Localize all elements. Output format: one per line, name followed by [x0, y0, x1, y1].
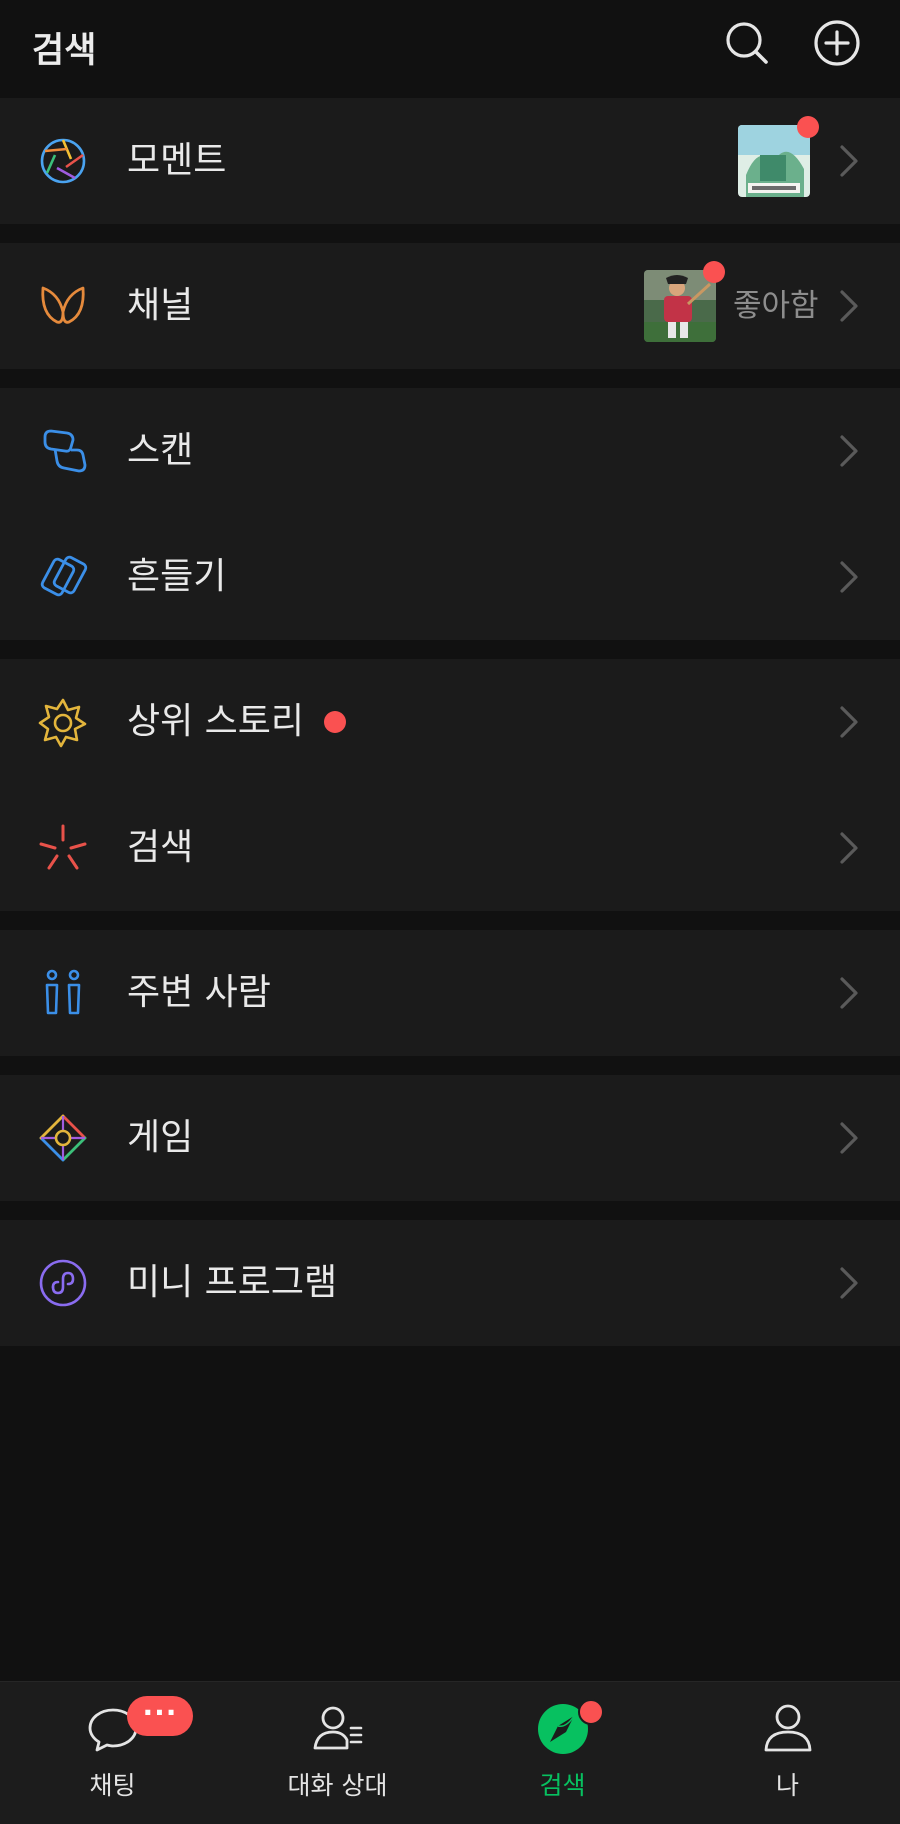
chevron-right-icon — [838, 559, 860, 595]
search-button[interactable] — [722, 18, 772, 68]
search-icon — [726, 22, 768, 64]
tab-label-discover: 검색 — [539, 1771, 586, 1800]
chevron-right-icon — [838, 1120, 860, 1156]
top-bar: 검색 — [0, 0, 900, 92]
group-channels: 채널 좋아함 — [0, 243, 900, 369]
bottom-tab-bar: ··· 채팅 대화 상대 검색 나 — [0, 1681, 900, 1824]
menu-label-scan: 스캔 — [127, 430, 194, 471]
top-stories-new-dot — [324, 711, 346, 733]
chevron-right-icon — [838, 1265, 860, 1301]
moments-thumbnail — [738, 125, 810, 197]
menu-item-mini-programs[interactable]: 미니 프로그램 — [0, 1220, 900, 1346]
scan-icon — [37, 425, 89, 477]
menu-label-channels: 채널 — [127, 285, 194, 326]
chevron-right-icon — [838, 975, 860, 1011]
shake-icon — [37, 551, 89, 603]
tab-label-me: 나 — [775, 1771, 799, 1800]
menu-label-shake: 흔들기 — [127, 556, 227, 597]
tab-me[interactable]: 나 — [675, 1682, 900, 1824]
chevron-right-icon — [838, 830, 860, 866]
games-diamond-icon — [37, 1112, 89, 1164]
person-icon — [761, 1702, 815, 1756]
page-title: 검색 — [32, 31, 97, 71]
plus-circle-icon — [814, 20, 860, 66]
moments-aperture-icon — [37, 135, 89, 187]
channels-new-dot — [703, 261, 725, 283]
people-nearby-icon — [37, 967, 89, 1019]
menu-label-mini-programs: 미니 프로그램 — [127, 1262, 338, 1303]
menu-label-moments: 모멘트 — [127, 140, 227, 181]
chats-badge: ··· — [127, 1696, 193, 1736]
tab-discover[interactable]: 검색 — [450, 1682, 675, 1824]
group-people-nearby: 주변 사람 — [0, 930, 900, 1056]
chevron-right-icon — [838, 288, 860, 324]
top-stories-icon — [37, 696, 89, 748]
chevron-right-icon — [838, 433, 860, 469]
chevron-right-icon — [838, 704, 860, 740]
menu-item-channels[interactable]: 채널 좋아함 — [0, 243, 900, 369]
menu-label-search: 검색 — [127, 827, 194, 868]
moments-new-dot — [797, 116, 819, 138]
channels-side-text: 좋아함 — [733, 288, 819, 324]
tab-label-contacts: 대화 상대 — [287, 1771, 388, 1800]
tab-chats[interactable]: ··· 채팅 — [0, 1682, 225, 1824]
menu-item-search[interactable]: 검색 — [0, 785, 900, 911]
add-button[interactable] — [812, 18, 862, 68]
menu-item-top-stories[interactable]: 상위 스토리 — [0, 659, 900, 785]
discover-new-dot — [578, 1699, 604, 1725]
group-scan-shake: 스캔 흔들기 — [0, 388, 900, 640]
search-sparkle-icon — [37, 822, 89, 874]
mini-programs-icon — [37, 1257, 89, 1309]
tab-contacts[interactable]: 대화 상대 — [225, 1682, 450, 1824]
group-moments: 모멘트 — [0, 98, 900, 224]
channels-thumbnail — [644, 270, 716, 342]
chevron-right-icon — [838, 143, 860, 179]
menu-item-scan[interactable]: 스캔 — [0, 388, 900, 514]
menu-item-games[interactable]: 게임 — [0, 1075, 900, 1201]
tab-label-chats: 채팅 — [89, 1771, 136, 1800]
group-mini-programs: 미니 프로그램 — [0, 1220, 900, 1346]
menu-label-top-stories: 상위 스토리 — [127, 701, 305, 742]
group-games: 게임 — [0, 1075, 900, 1201]
menu-item-people-nearby[interactable]: 주변 사람 — [0, 930, 900, 1056]
menu-label-games: 게임 — [127, 1117, 194, 1158]
menu-item-shake[interactable]: 흔들기 — [0, 514, 900, 640]
menu-item-moments[interactable]: 모멘트 — [0, 98, 900, 224]
contacts-icon — [311, 1702, 365, 1756]
group-stories-search: 상위 스토리 검색 — [0, 659, 900, 911]
menu-label-people-nearby: 주변 사람 — [127, 972, 271, 1013]
channels-butterfly-icon — [37, 280, 89, 332]
